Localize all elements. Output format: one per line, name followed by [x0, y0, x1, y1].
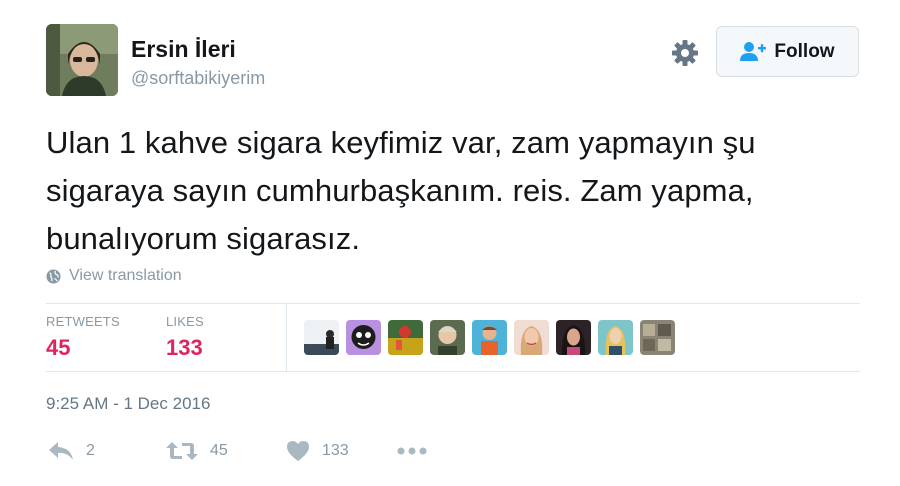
more-dots-icon — [397, 447, 427, 455]
likes-stat[interactable]: LIKES 133 — [166, 314, 204, 361]
heart-icon — [287, 441, 309, 461]
retweets-count: 45 — [46, 335, 71, 360]
view-translation-label: View translation — [69, 267, 182, 284]
reply-icon — [49, 442, 73, 460]
liker-avatar[interactable] — [472, 320, 507, 355]
follow-button-label: Follow — [774, 40, 835, 62]
reply-button[interactable]: 2 — [48, 440, 95, 462]
tweet-timestamp[interactable]: 9:25 AM - 1 Dec 2016 — [46, 394, 210, 414]
liker-avatar[interactable] — [388, 320, 423, 355]
avatar[interactable] — [46, 24, 118, 96]
liker-avatar[interactable] — [640, 320, 675, 355]
follow-button[interactable]: Follow — [716, 26, 859, 77]
liker-avatar[interactable] — [514, 320, 549, 355]
retweets-stat[interactable]: RETWEETS 45 — [46, 314, 120, 361]
liker-avatar[interactable] — [430, 320, 465, 355]
retweet-count: 45 — [210, 442, 228, 459]
stats-separator — [286, 303, 287, 371]
likes-label: LIKES — [166, 314, 204, 329]
divider-top — [46, 303, 860, 304]
liker-avatar[interactable] — [556, 320, 591, 355]
retweet-icon — [166, 442, 198, 460]
like-count: 133 — [322, 442, 349, 459]
view-translation-link[interactable]: View translation — [46, 267, 182, 285]
divider-bottom — [46, 371, 860, 372]
globe-icon — [46, 268, 61, 284]
display-name[interactable]: Ersin İleri — [131, 36, 236, 63]
like-button[interactable]: 133 — [286, 440, 349, 462]
likers-avatars — [304, 320, 682, 355]
retweet-button[interactable]: 45 — [166, 440, 228, 462]
liker-avatar[interactable] — [304, 320, 339, 355]
user-handle[interactable]: @sorftabikiyerim — [131, 68, 265, 89]
liker-avatar[interactable] — [346, 320, 381, 355]
add-user-icon — [740, 41, 767, 61]
tweet-text: Ulan 1 kahve sigara keyfimiz var, zam ya… — [46, 125, 756, 256]
reply-count: 2 — [86, 442, 95, 459]
gear-icon[interactable] — [670, 38, 700, 68]
more-button[interactable] — [397, 440, 427, 462]
retweets-label: RETWEETS — [46, 314, 120, 329]
likes-count: 133 — [166, 335, 203, 360]
liker-avatar[interactable] — [598, 320, 633, 355]
